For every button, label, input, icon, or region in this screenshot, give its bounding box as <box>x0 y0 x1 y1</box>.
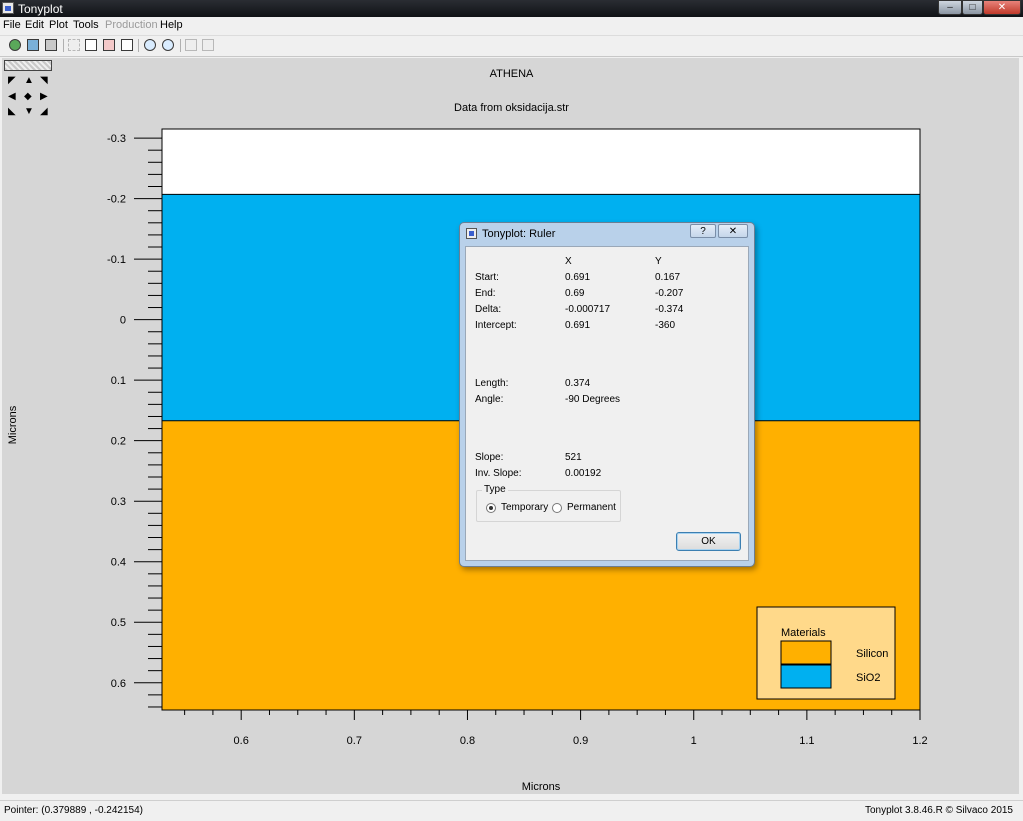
length-value: 0.374 <box>565 378 591 389</box>
y-tick-label: -0.2 <box>107 194 126 206</box>
legend-title: Materials <box>781 627 826 639</box>
x-tick-label: 1.1 <box>799 735 814 747</box>
dialog-app-icon <box>466 228 477 239</box>
x-tick-label: 1.2 <box>912 735 927 747</box>
y-tick-label: 0.3 <box>111 496 126 508</box>
region-air <box>162 129 920 195</box>
y-tick-label: -0.3 <box>107 133 126 145</box>
length-label: Length: <box>475 378 509 389</box>
y-tick-label: 0.6 <box>111 678 126 690</box>
start-x-value: 0.691 <box>565 272 591 283</box>
angle-label: Angle: <box>475 394 504 405</box>
column-header-x: X <box>565 256 572 267</box>
slope-label: Slope: <box>475 452 504 463</box>
intercept-x-value: 0.691 <box>565 320 591 331</box>
temporary-radio[interactable] <box>486 503 496 513</box>
type-group-label: Type <box>482 484 508 495</box>
y-tick-label: 0.5 <box>111 617 126 629</box>
legend-label-sio2: SiO2 <box>856 672 880 684</box>
delta-y-value: -0.374 <box>655 304 684 315</box>
x-tick-label: 0.8 <box>460 735 475 747</box>
ok-button[interactable]: OK <box>676 532 741 551</box>
slope-value: 521 <box>565 452 582 463</box>
dialog-close-button[interactable]: ✕ <box>718 224 748 238</box>
status-bar: Pointer: (0.379889 , -0.242154) Tonyplot… <box>0 800 1023 821</box>
x-axis-label: Microns <box>522 781 561 793</box>
ruler-dialog: Tonyplot: Ruler ? ✕ X Y Start: 0.691 0.1… <box>459 222 755 567</box>
delta-x-value: -0.000717 <box>565 304 611 315</box>
y-tick-label: 0.4 <box>111 557 126 569</box>
x-tick-label: 0.6 <box>234 735 249 747</box>
temporary-label[interactable]: Temporary <box>501 502 548 513</box>
end-x-value: 0.69 <box>565 288 585 299</box>
column-header-y: Y <box>655 256 662 267</box>
y-tick-label: 0 <box>120 315 126 327</box>
legend-swatch-silicon <box>780 640 832 665</box>
legend-label-silicon: Silicon <box>856 648 888 660</box>
intercept-label: Intercept: <box>475 320 517 331</box>
y-axis-label: Microns <box>7 405 19 444</box>
end-label: End: <box>475 288 496 299</box>
x-tick-label: 0.9 <box>573 735 588 747</box>
permanent-label[interactable]: Permanent <box>567 502 616 513</box>
type-group: Type Temporary Permanent <box>476 484 621 522</box>
x-tick-label: 0.7 <box>347 735 362 747</box>
version-info: Tonyplot 3.8.46.R © Silvaco 2015 <box>864 805 1013 816</box>
pointer-coordinates: Pointer: (0.379889 , -0.242154) <box>4 805 143 816</box>
legend-swatch-sio2 <box>780 664 832 689</box>
x-tick-label: 1 <box>691 735 697 747</box>
permanent-radio[interactable] <box>552 503 562 513</box>
y-tick-label: 0.2 <box>111 436 126 448</box>
start-label: Start: <box>475 272 499 283</box>
dialog-body: X Y Start: 0.691 0.167 End: 0.69 -0.207 … <box>465 246 749 561</box>
inv-slope-label: Inv. Slope: <box>475 468 522 479</box>
delta-label: Delta: <box>475 304 502 315</box>
angle-value: -90 Degrees <box>565 394 621 405</box>
y-tick-label: 0.1 <box>111 375 126 387</box>
intercept-y-value: -360 <box>655 320 676 331</box>
dialog-help-button[interactable]: ? <box>690 224 716 238</box>
end-y-value: -0.207 <box>655 288 684 299</box>
inv-slope-value: 0.00192 <box>565 468 602 479</box>
start-y-value: 0.167 <box>655 272 681 283</box>
dialog-title: Tonyplot: Ruler <box>482 228 556 240</box>
y-tick-label: -0.1 <box>107 254 126 266</box>
